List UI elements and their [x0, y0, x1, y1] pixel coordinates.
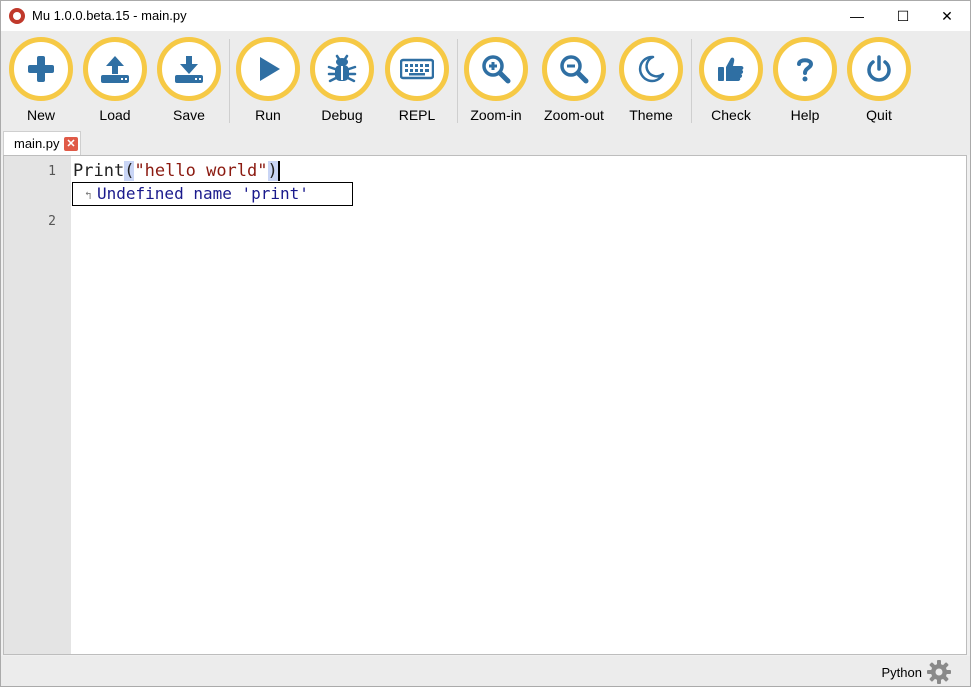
code-token-name: Print	[73, 161, 125, 181]
plus-icon	[28, 56, 54, 82]
zoom-out-circle	[542, 37, 606, 101]
minimize-button[interactable]: —	[834, 1, 880, 31]
theme-button[interactable]: Theme	[616, 37, 686, 129]
window-title: Mu 1.0.0.beta.15 - main.py	[32, 8, 187, 23]
quit-circle	[847, 37, 911, 101]
quit-button[interactable]: Quit	[844, 37, 914, 129]
status-bar: Python	[1, 656, 970, 686]
play-icon	[260, 57, 280, 81]
check-button[interactable]: Check	[696, 37, 766, 129]
annotation-text: Undefined name 'print'	[97, 184, 309, 203]
run-circle	[236, 37, 300, 101]
line-number-gutter: 1 2	[4, 156, 71, 654]
zoom-out-icon	[560, 55, 589, 84]
maximize-button[interactable]: ☐	[880, 1, 926, 31]
moon-icon	[638, 55, 665, 83]
repl-circle	[385, 37, 449, 101]
load-button[interactable]: Load	[80, 37, 150, 129]
save-label: Save	[173, 107, 205, 123]
new-button[interactable]: New	[6, 37, 76, 129]
question-icon	[797, 58, 814, 82]
code-token-close-paren: )	[267, 161, 278, 181]
mode-label: Python	[881, 665, 922, 680]
line-number: 1	[48, 164, 56, 179]
tab-bar: main.py ✕	[1, 129, 970, 155]
close-tab-icon[interactable]: ✕	[64, 137, 78, 151]
mu-editor-window: Mu 1.0.0.beta.15 - main.py — ☐ ✕ New Loa…	[0, 0, 971, 687]
upload-icon	[101, 56, 129, 83]
run-button[interactable]: Run	[233, 37, 303, 129]
debug-button[interactable]: Debug	[307, 37, 377, 129]
theme-label: Theme	[629, 107, 673, 123]
annotation-arrow-icon: ↰	[85, 189, 92, 202]
repl-label: REPL	[398, 107, 436, 123]
check-circle	[699, 37, 763, 101]
code-editor[interactable]: 1 2 Print("hello world") ↰ Undefined name…	[3, 155, 967, 655]
load-circle	[83, 37, 147, 101]
text-cursor	[277, 161, 280, 181]
quit-label: Quit	[866, 107, 892, 123]
code-line-1[interactable]: Print("hello world")	[73, 159, 280, 183]
title-bar: Mu 1.0.0.beta.15 - main.py — ☐ ✕	[1, 1, 970, 31]
power-icon	[867, 55, 891, 82]
tab-label: main.py	[14, 136, 60, 151]
error-annotation: ↰ Undefined name 'print'	[72, 182, 353, 206]
repl-button[interactable]: REPL	[382, 37, 452, 129]
zoom-out-button[interactable]: Zoom-out	[539, 37, 609, 129]
thumbs-up-icon	[718, 57, 744, 81]
bug-icon	[327, 54, 357, 83]
help-circle	[773, 37, 837, 101]
zoom-in-icon	[482, 55, 511, 84]
close-window-button[interactable]: ✕	[924, 1, 970, 31]
tab-main-py[interactable]: main.py ✕	[3, 131, 81, 155]
zoom-in-button[interactable]: Zoom-in	[461, 37, 531, 129]
zoom-in-label: Zoom-in	[470, 107, 522, 123]
code-token-string: "hello world"	[134, 161, 268, 181]
help-button[interactable]: Help	[770, 37, 840, 129]
new-circle	[9, 37, 73, 101]
save-circle	[157, 37, 221, 101]
toolbar: New Load Save Run Debug REPL Zoom-in Zoo…	[1, 31, 970, 129]
mu-logo-icon	[9, 8, 25, 24]
save-button[interactable]: Save	[154, 37, 224, 129]
code-token-open-paren: (	[124, 161, 135, 181]
gear-icon[interactable]	[926, 659, 952, 685]
debug-circle	[310, 37, 374, 101]
line-number: 2	[48, 214, 56, 229]
zoom-in-circle	[464, 37, 528, 101]
keyboard-icon	[400, 58, 434, 80]
download-icon	[175, 56, 203, 83]
theme-circle	[619, 37, 683, 101]
